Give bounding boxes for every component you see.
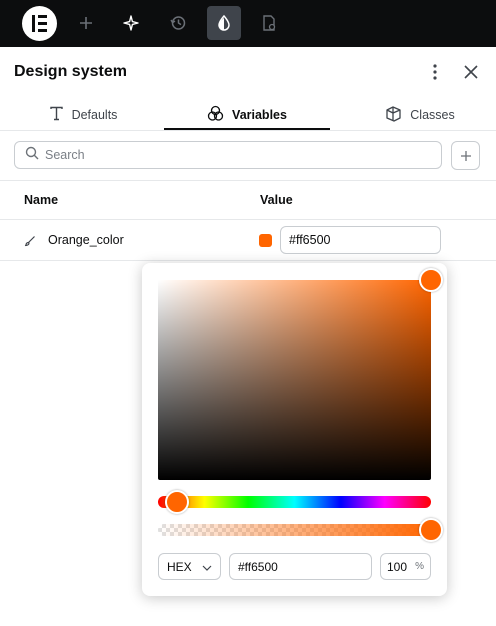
- hex-input[interactable]: [229, 553, 372, 580]
- plus-icon[interactable]: [69, 6, 103, 40]
- tab-label: Defaults: [71, 107, 118, 122]
- color-format-value: HEX: [167, 559, 192, 574]
- close-icon[interactable]: [460, 61, 482, 83]
- page-title: Design system: [14, 63, 127, 80]
- search-box[interactable]: [14, 141, 442, 169]
- variable-name: Orange_color: [48, 233, 124, 247]
- history-icon[interactable]: [161, 6, 195, 40]
- color-format-select[interactable]: HEX: [158, 553, 221, 580]
- saturation-value-area[interactable]: [158, 280, 431, 480]
- hue-handle[interactable]: [165, 490, 190, 514]
- elementor-logo-icon[interactable]: [22, 6, 57, 41]
- chevron-down-icon: [202, 560, 212, 574]
- table-header: Name Value: [0, 180, 496, 220]
- saturation-handle[interactable]: [419, 268, 443, 292]
- color-swatch[interactable]: [259, 234, 272, 247]
- opacity-unit: %: [415, 561, 424, 572]
- more-options-icon[interactable]: [425, 61, 445, 83]
- search-input[interactable]: [45, 148, 425, 162]
- circles-icon: [207, 105, 224, 125]
- column-header-name: Name: [24, 193, 59, 207]
- opacity-value: 100: [387, 559, 408, 574]
- tab-label: Classes: [410, 107, 455, 122]
- variable-value-input[interactable]: [280, 226, 441, 254]
- panel-header: Design system: [0, 47, 496, 99]
- page-settings-icon[interactable]: [252, 6, 286, 40]
- color-picker-popover: HEX 100 %: [142, 263, 447, 596]
- top-bar: [0, 0, 496, 47]
- tab-bar: Defaults Variables Classes: [0, 99, 496, 131]
- active-tab-indicator: [164, 128, 330, 130]
- alpha-slider[interactable]: [158, 524, 431, 536]
- column-header-value: Value: [260, 193, 293, 207]
- droplet-icon[interactable]: [207, 6, 241, 40]
- sparkle-icon[interactable]: [114, 6, 148, 40]
- opacity-input[interactable]: 100 %: [380, 553, 431, 580]
- text-icon: [49, 106, 64, 124]
- plus-icon: [460, 150, 471, 161]
- add-variable-button[interactable]: [451, 141, 480, 170]
- tab-variables[interactable]: Variables: [164, 99, 330, 130]
- cube-icon: [385, 105, 402, 125]
- tab-defaults[interactable]: Defaults: [28, 99, 138, 130]
- alpha-handle[interactable]: [419, 518, 443, 542]
- table-row[interactable]: Orange_color: [0, 220, 496, 261]
- search-icon: [25, 146, 39, 165]
- tab-classes[interactable]: Classes: [360, 99, 480, 130]
- brush-icon: [24, 234, 36, 252]
- tab-label: Variables: [232, 107, 287, 122]
- hue-slider[interactable]: [158, 496, 431, 508]
